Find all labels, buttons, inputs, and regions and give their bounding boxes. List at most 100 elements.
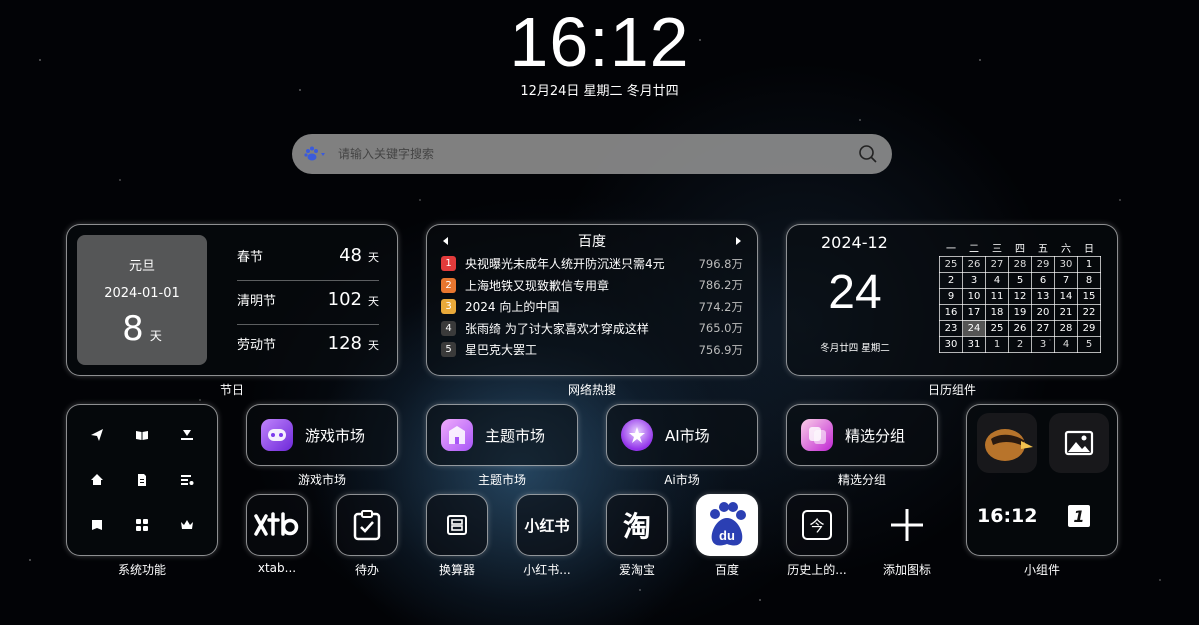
add-app-button[interactable] [876,494,938,556]
bookmark-icon[interactable] [75,502,120,547]
calendar-cell[interactable]: 29 [1031,255,1055,273]
calendar-cell[interactable]: 28 [1008,255,1032,273]
xiaohongshu-logo-icon: 小红书 [524,516,570,535]
clock-time: 16:12 [509,3,690,81]
holiday-main-name: 元旦 [128,259,155,274]
calendar-cell[interactable]: 4 [1054,335,1078,353]
calendar-cell[interactable]: 3 [962,271,986,289]
calendar-cell[interactable]: 16 [939,303,963,321]
calendar-cell[interactable]: 4 [985,271,1009,289]
calendar-cell[interactable]: 15 [1077,287,1101,305]
theme-market-icon [441,419,473,451]
calendar-cell[interactable]: 19 [1008,303,1032,321]
app-xtab[interactable] [246,494,308,556]
calendar-cell[interactable]: 25 [939,255,963,273]
image-icon[interactable] [1049,413,1109,473]
grid-icon[interactable] [120,502,165,547]
calendar-cell[interactable]: 7 [1054,271,1078,289]
calendar-weekday: 四 [1015,243,1025,255]
calendar-cell[interactable]: 23 [939,319,963,337]
calendar-cell[interactable]: 20 [1031,303,1055,321]
calendar-cell[interactable]: 8 [1077,271,1101,289]
calendar-cell[interactable]: 6 [1031,271,1055,289]
search-input[interactable] [338,147,844,161]
calendar-cell[interactable]: 5 [1077,335,1101,353]
next-arrow-icon[interactable] [733,236,743,246]
featured-group-button[interactable]: 精选分组 [786,404,938,466]
hot-search-item[interactable]: 4 张雨绮 为了讨大家喜欢才穿成这样 765.0万 [441,318,743,340]
holiday-row: 清明节 102 天 [237,281,379,325]
calendar-cell[interactable]: 22 [1077,303,1101,321]
calendar-cell[interactable]: 26 [1008,319,1032,337]
crown-icon[interactable] [164,502,209,547]
app-converter[interactable] [426,494,488,556]
calendar-cell[interactable]: 2 [1008,335,1032,353]
download-icon[interactable] [164,413,209,458]
holiday-caption: 节日 [219,383,244,397]
search-button[interactable] [844,144,892,164]
calendar-cell[interactable]: 13 [1031,287,1055,305]
widgets-card[interactable]: 16:12 1 [966,404,1118,556]
calendar-cell[interactable]: 2 [939,271,963,289]
xtab-logo-icon [254,512,299,536]
calendar-cell[interactable]: 1 [1077,255,1101,273]
hot-heat: 765.0万 [698,321,743,336]
calendar-cell[interactable]: 26 [962,255,986,273]
app-history-today[interactable]: 今 [786,494,848,556]
calendar-cell[interactable]: 11 [985,287,1009,305]
calendar-cell[interactable]: 28 [1054,319,1078,337]
calendar-cell[interactable]: 10 [962,287,986,305]
calendar-cell[interactable]: 29 [1077,319,1101,337]
prev-arrow-icon[interactable] [441,236,451,246]
calendar-cell[interactable]: 14 [1054,287,1078,305]
app-xiaohongshu[interactable]: 小红书 [516,494,578,556]
app-history-today-label: 历史上的... [787,563,847,577]
calendar-cell[interactable]: 25 [985,319,1009,337]
app-todo-label: 待办 [354,563,379,577]
document-icon[interactable] [120,458,165,503]
calendar-cell[interactable]: 1 [985,335,1009,353]
app-xtab-label: xtab... [257,561,297,575]
holiday-count: 48 [339,245,362,266]
calendar-cell-today[interactable]: 24 [962,319,986,337]
calendar-cell[interactable]: 3 [1031,335,1055,353]
search-engine-selector[interactable] [292,146,338,162]
calendar-cell[interactable]: 30 [939,335,963,353]
game-market-button[interactable]: 游戏市场 [246,404,398,466]
calendar-cell[interactable]: 31 [962,335,986,353]
calendar-weekday: 三 [992,243,1002,255]
system-functions-caption: 系统功能 [117,563,166,577]
book-icon[interactable] [120,413,165,458]
calendar-cell[interactable]: 27 [1031,319,1055,337]
hot-heat: 756.9万 [698,342,743,357]
hot-search-item[interactable]: 5 星巴克大罢工 756.9万 [441,339,743,361]
holiday-card[interactable]: 元旦 2024-01-01 8天 春节 48 天 清明节 102 天 劳动节 128… [66,224,398,376]
app-taobao-label: 爱淘宝 [618,563,655,577]
home-icon[interactable] [75,458,120,503]
calendar-card[interactable]: 2024-12 24 冬月廿四 星期二 一二三四五六日 25 26 27 28 29 30… [786,224,1118,376]
calendar-cell[interactable]: 12 [1008,287,1032,305]
calendar-cell[interactable]: 17 [962,303,986,321]
game-market-caption: 游戏市场 [297,473,346,487]
calendar-cell[interactable]: 30 [1054,255,1078,273]
calendar-cell[interactable]: 27 [985,255,1009,273]
app-todo[interactable] [336,494,398,556]
calendar-cell[interactable]: 18 [985,303,1009,321]
calendar-weekday: 一 [946,243,956,255]
hot-search-item[interactable]: 3 2024 向上的中国 774.2万 [441,296,743,318]
calendar-cell[interactable]: 21 [1054,303,1078,321]
app-taobao[interactable]: 淘 [606,494,668,556]
hot-search-item[interactable]: 2 上海地铁又现致歉信专用章 786.2万 [441,275,743,297]
theme-market-button[interactable]: 主题市场 [426,404,578,466]
list-icon[interactable] [164,458,209,503]
calendar-cell[interactable]: 5 [1008,271,1032,289]
app-baidu[interactable]: du [696,494,758,556]
bird-avatar-icon[interactable] [977,413,1037,473]
ai-market-button[interactable]: AI市场 [606,404,758,466]
widget-calendar-icon[interactable]: 1 [1068,505,1090,527]
baidu-logo-icon: du [710,502,746,546]
history-today-text: 今 [809,516,825,535]
hot-search-item[interactable]: 1 央视曝光未成年人统开防沉迷只需4元 796.8万 [441,253,743,275]
calendar-cell[interactable]: 9 [939,287,963,305]
paper-plane-icon[interactable] [75,413,120,458]
